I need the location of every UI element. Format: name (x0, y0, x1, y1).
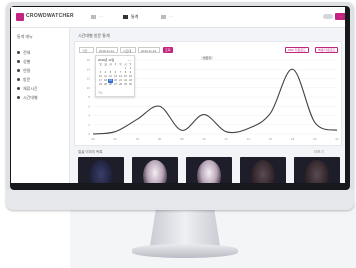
x-tick-label: 20 (313, 137, 317, 141)
y-tick-label: 2 (88, 123, 90, 127)
y-tick-label: 12 (87, 77, 91, 81)
nav-item-cloud[interactable]: ··· (161, 14, 173, 19)
monitor-icon (91, 14, 96, 19)
top-navbar: CROWDWATCHER ··· 통계 ··· ··· (11, 7, 345, 28)
y-tick-label: 4 (88, 114, 90, 118)
monitor-chin (6, 190, 354, 210)
date-from-input[interactable]: 2019-11-12 (96, 47, 118, 53)
face-thumbnail[interactable] (132, 157, 178, 183)
face-thumbnail[interactable] (78, 157, 124, 183)
sidebar-item-label: 전체 (23, 50, 31, 55)
y-tick-label: 16 (87, 58, 91, 62)
y-tick-label: 6 (88, 104, 90, 108)
calendar-today-link[interactable]: 오늘 (98, 90, 103, 94)
theme-toggle[interactable] (323, 14, 333, 19)
x-tick-label: 08 (180, 137, 184, 141)
bullet-icon (17, 78, 20, 82)
interval-select[interactable]: 시간대별 (120, 47, 136, 59)
calendar-day[interactable]: 30 (128, 83, 133, 87)
y-tick-label: 8 (88, 95, 90, 99)
nav-label: 통계 (131, 14, 139, 19)
search-button[interactable]: 조회 (163, 47, 173, 53)
sidebar-item-hourly[interactable]: 시간대별 (17, 95, 38, 101)
cloud-icon (161, 14, 166, 19)
x-tick-label: 18 (291, 137, 295, 141)
chart-legend: 방문자 (201, 56, 214, 60)
sidebar-item-dwell[interactable]: 체류시간 (17, 86, 38, 92)
x-tick-label: 02 (114, 137, 118, 141)
gallery-title: 얼굴 이미지 목록 (78, 150, 103, 154)
bullet-icon (17, 60, 20, 64)
nav-item-statistics[interactable]: 통계 (123, 14, 138, 20)
y-tick-label: 14 (87, 67, 91, 71)
sidebar-item-all[interactable]: 전체 (17, 50, 30, 56)
app-screen: CROWDWATCHER ··· 통계 ··· ··· 통계 메뉴 전체 성별 … (11, 7, 345, 183)
pdf-download-button[interactable]: PDF 다운로드 (285, 47, 309, 53)
date-label: 기간 (79, 47, 94, 53)
logout-button[interactable]: ··· (335, 13, 345, 20)
bullet-icon (17, 96, 20, 100)
sidebar-item-label: 체류시간 (23, 86, 38, 91)
main-content: 시간대별 방문 통계 기간 2019-11-12 시간대별 2019-11-19… (74, 30, 342, 183)
x-tick-label: 00 (91, 137, 95, 141)
section-title: 시간대별 방문 통계 (78, 33, 110, 38)
sidebar-item-visit[interactable]: 방문 (17, 77, 30, 83)
y-tick-label: 10 (87, 86, 91, 90)
sidebar-item-label: 성별 (23, 59, 31, 64)
monitor-stand-base (132, 244, 238, 258)
date-to-input[interactable]: 2019-11-19 (138, 47, 160, 53)
x-tick-label: 06 (158, 137, 162, 141)
x-tick-label: 16 (269, 137, 273, 141)
face-image (197, 160, 221, 183)
bar-chart-icon (123, 14, 128, 19)
gallery-more-link[interactable]: 더보기 (314, 150, 324, 155)
bullet-icon (17, 51, 20, 55)
x-tick-label: 10 (202, 137, 206, 141)
face-thumbnail[interactable] (186, 157, 232, 183)
nav-item-monitor[interactable]: ··· (91, 14, 103, 19)
bullet-icon (17, 87, 20, 91)
bullet-icon (17, 69, 20, 73)
sidebar-item-label: 시간대별 (23, 95, 38, 100)
monitor-stand-neck (150, 210, 220, 246)
sidebar: 통계 메뉴 전체 성별 연령 방문 체류시간 시간대별 (11, 28, 70, 183)
calendar-nav-arrows[interactable]: ‹ › (128, 58, 131, 62)
chart-panel: 기간 2019-11-12 시간대별 2019-11-19 조회 PDF 다운로… (74, 41, 342, 146)
logo-icon (16, 13, 24, 21)
calendar-month: 2019년 11월 (98, 58, 115, 62)
sidebar-item-label: 방문 (23, 77, 31, 82)
sidebar-item-label: 연령 (23, 68, 31, 73)
app-logo: CROWDWATCHER (26, 13, 74, 19)
sidebar-item-gender[interactable]: 성별 (17, 59, 30, 65)
x-tick-label: 04 (136, 137, 140, 141)
face-image (89, 160, 113, 183)
face-thumbnail[interactable] (294, 157, 340, 183)
face-thumbnail[interactable] (240, 157, 286, 183)
excel-download-button[interactable]: 엑셀 다운로드 (315, 47, 339, 53)
y-tick-label: 0 (88, 132, 90, 136)
x-tick-label: 14 (247, 137, 251, 141)
date-picker-popup[interactable]: 2019년 11월 ‹ › 일 월 화 수 목 금 토 1 2 3 4 5 6 7 8 9 10 11 12 13 14… (95, 55, 135, 97)
calendar-grid[interactable]: 일 월 화 수 목 금 토 1 2 3 4 5 6 7 8 9 10 11 12 13 14 15 16 17 18 19 20 21… (98, 63, 133, 87)
nav-label: ··· (169, 14, 173, 19)
face-image (251, 160, 275, 183)
sidebar-title: 통계 메뉴 (17, 34, 33, 39)
face-image (305, 160, 329, 183)
face-gallery (78, 157, 340, 183)
face-image (143, 160, 167, 183)
x-tick-label: 22 (335, 137, 339, 141)
sidebar-item-age[interactable]: 연령 (17, 68, 30, 74)
nav-label: ··· (99, 14, 103, 19)
x-tick-label: 12 (224, 137, 228, 141)
